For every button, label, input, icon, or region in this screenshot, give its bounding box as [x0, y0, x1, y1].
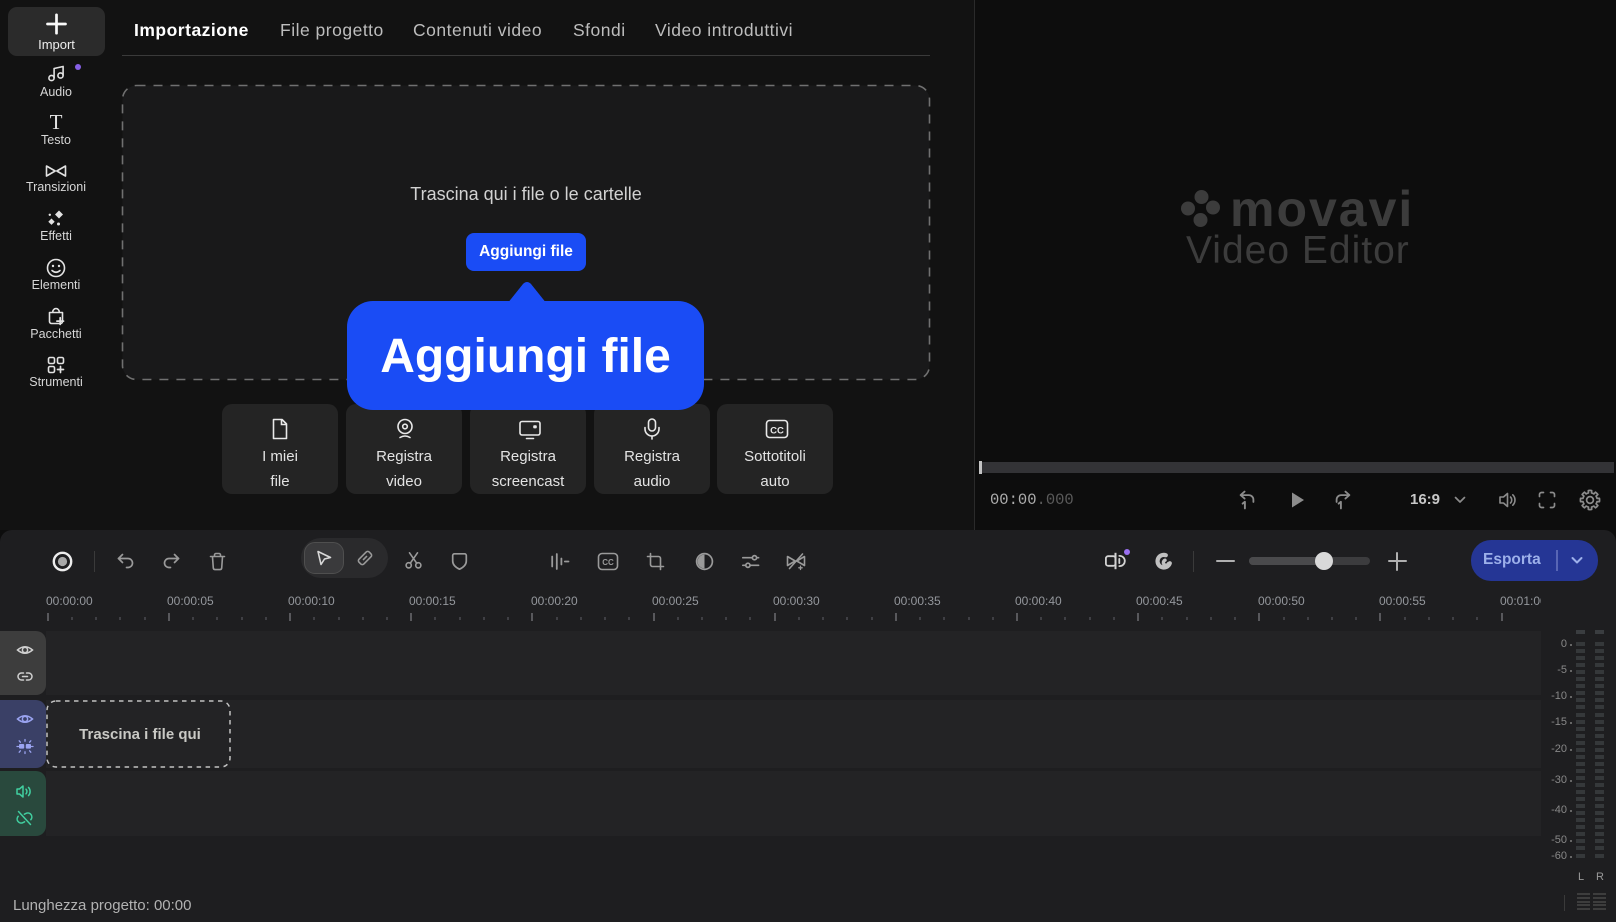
svg-text:T: T: [50, 111, 63, 133]
svg-text:CC: CC: [770, 426, 784, 437]
